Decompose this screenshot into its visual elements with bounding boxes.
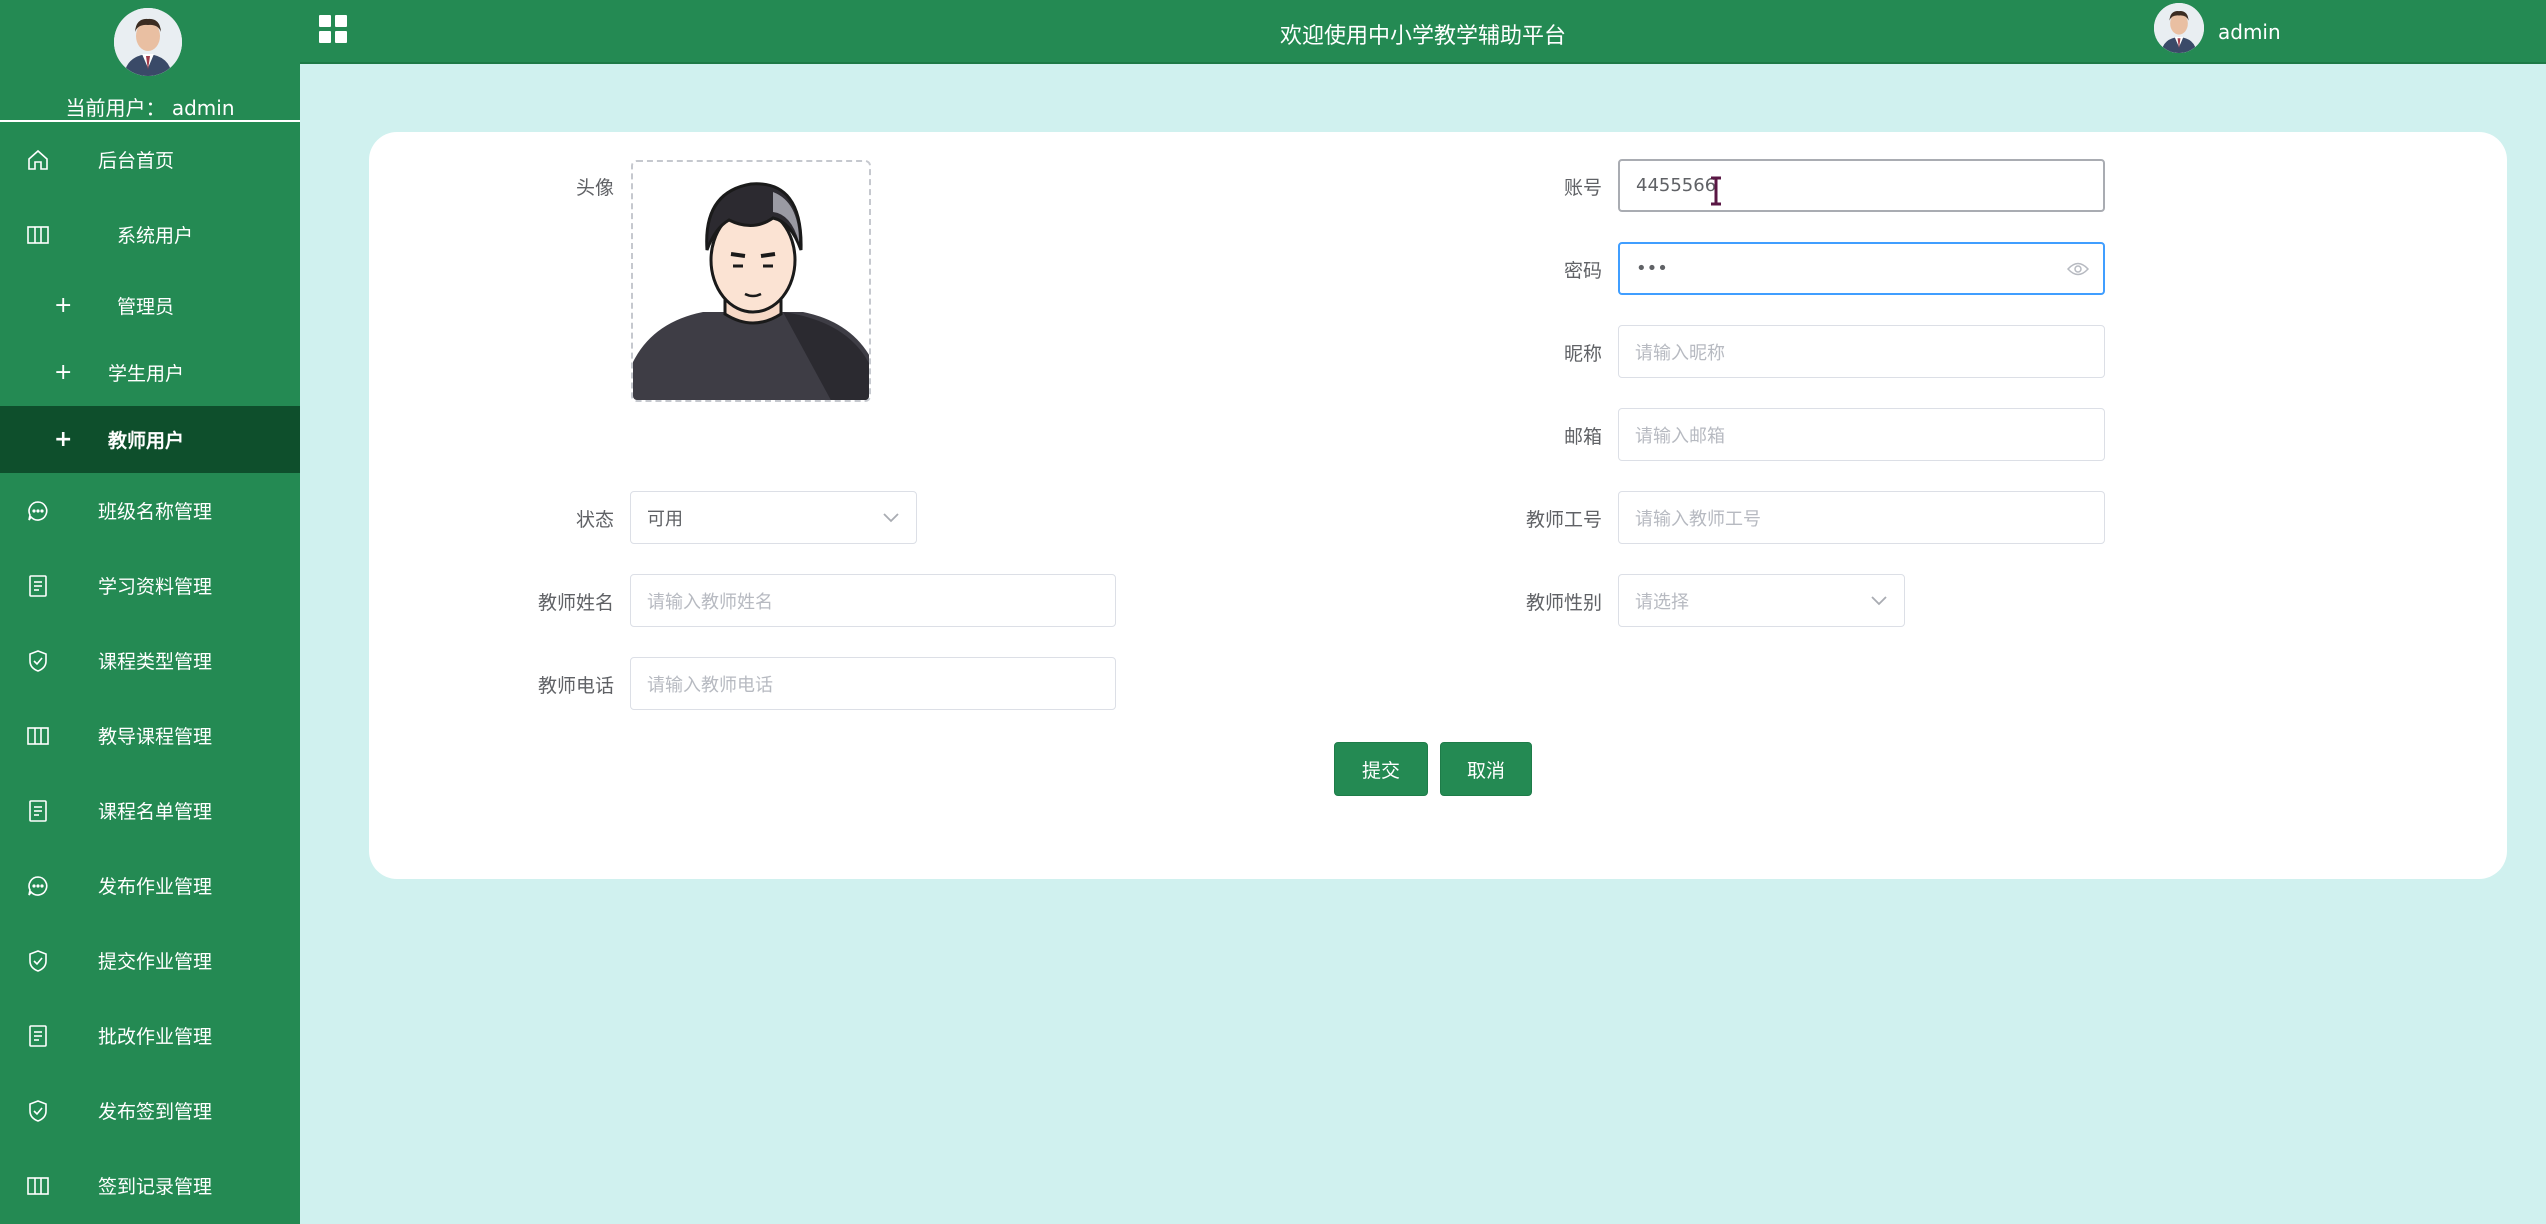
teacher-gender-select[interactable]: 请选择 [1618,574,1905,627]
status-value: 可用 [647,508,683,530]
sidebar-avatar [114,8,182,76]
sidebar-item-class-names[interactable]: 班级名称管理 [0,473,300,548]
cancel-button[interactable]: 取消 [1440,742,1532,796]
account-label: 账号 [1563,177,1602,199]
eye-icon[interactable] [2067,262,2089,276]
password-value: ••• [1636,258,1668,279]
sidebar-item-publish-signin[interactable]: 发布签到管理 [0,1073,300,1148]
sidebar-item-study-materials[interactable]: 学习资料管理 [0,548,300,623]
email-input[interactable]: 请输入邮箱 [1618,408,2105,461]
current-user-text: 当前用户： admin [0,92,300,121]
account-input[interactable]: 4455566 [1618,159,2105,212]
sidebar-menu: 后台首页 系统用户 + 管理员 + 学生用户 + 教师用户 班级名称管理 学习资… [0,122,300,1223]
chat-icon [28,875,48,896]
sidebar-item-label: 提交作业管理 [98,951,213,973]
sidebar-item-teaching-courses[interactable]: 教导课程管理 [0,698,300,773]
teacher-no-input[interactable]: 请输入教师工号 [1618,491,2105,544]
document-icon [29,574,47,597]
password-label: 密码 [1563,260,1602,282]
teacher-gender-label: 教师性别 [1525,592,1602,614]
header-title: 欢迎使用中小学教学辅助平台 [1279,24,1566,49]
home-icon [28,149,48,170]
sidebar-item-label: 后台首页 [98,150,175,172]
email-label: 邮箱 [1563,426,1602,448]
top-header: 欢迎使用中小学教学辅助平台 admin [300,0,2546,64]
avatar-uploader[interactable] [631,160,871,402]
plus-icon: + [54,359,73,385]
shield-check-icon [29,649,47,672]
status-label: 状态 [575,509,614,531]
sidebar-item-label: 教导课程管理 [98,726,213,748]
avatar-label: 头像 [575,177,614,199]
sidebar-item-label: 班级名称管理 [98,501,213,523]
sidebar-item-label: 课程类型管理 [98,651,213,673]
plus-icon: + [54,292,73,318]
sidebar-item-label: 批改作业管理 [98,1026,213,1048]
sidebar-item-label: 签到记录管理 [98,1176,213,1198]
teacher-name-input[interactable]: 请输入教师姓名 [630,574,1116,627]
sidebar-item-admin[interactable]: + 管理员 [0,272,300,339]
sidebar-item-label: 发布作业管理 [98,876,213,898]
sidebar-item-teacher-users[interactable]: + 教师用户 [0,406,300,473]
teacher-no-label: 教师工号 [1525,509,1602,531]
teacher-gender-placeholder: 请选择 [1635,591,1689,613]
table-icon [27,726,49,745]
text-cursor-icon [1711,176,1721,206]
sidebar-item-label: 学习资料管理 [98,576,213,598]
teacher-phone-input[interactable]: 请输入教师电话 [630,657,1116,710]
table-icon [27,225,49,244]
table-icon [27,1176,49,1195]
sidebar-user-block: 当前用户： admin [0,0,300,122]
shield-check-icon [29,949,47,972]
chevron-down-icon [883,512,899,522]
nickname-label: 昵称 [1563,343,1602,365]
status-select[interactable]: 可用 [630,491,917,544]
sidebar-item-label: 发布签到管理 [98,1101,213,1123]
header-avatar[interactable] [2154,3,2204,53]
nickname-input[interactable]: 请输入昵称 [1618,325,2105,378]
avatar-image [633,162,869,400]
sidebar-item-course-types[interactable]: 课程类型管理 [0,623,300,698]
sidebar-item-label: 学生用户 [108,363,185,385]
sidebar-item-signin-records[interactable]: 签到记录管理 [0,1148,300,1223]
sidebar-item-grade-homework[interactable]: 批改作业管理 [0,998,300,1073]
password-input[interactable]: ••• [1618,242,2105,295]
sidebar-item-student-users[interactable]: + 学生用户 [0,339,300,406]
teacher-name-label: 教师姓名 [537,592,614,614]
shield-check-icon [29,1099,47,1122]
document-icon [29,799,47,822]
sidebar-item-label: 系统用户 [117,225,194,247]
sidebar-item-dashboard[interactable]: 后台首页 [0,122,300,197]
sidebar-item-label: 教师用户 [108,430,185,452]
sidebar-item-label: 管理员 [117,296,175,318]
document-icon [29,1024,47,1047]
current-user-label: 当前用户： [65,96,166,120]
header-username[interactable]: admin [2218,20,2281,44]
chevron-down-icon [1871,595,1887,605]
teacher-phone-label: 教师电话 [537,675,614,697]
sidebar-item-system-users[interactable]: 系统用户 [0,197,300,272]
sidebar-item-publish-homework[interactable]: 发布作业管理 [0,848,300,923]
submit-button[interactable]: 提交 [1334,742,1428,796]
plus-icon: + [54,426,73,452]
sidebar-item-submit-homework[interactable]: 提交作业管理 [0,923,300,998]
sidebar-item-label: 课程名单管理 [98,801,213,823]
sidebar: 当前用户： admin 后台首页 系统用户 + 管理员 + 学生用户 + 教师用… [0,0,300,1224]
current-user-name: admin [171,96,235,120]
sidebar-item-course-roster[interactable]: 课程名单管理 [0,773,300,848]
chat-icon [28,500,48,521]
